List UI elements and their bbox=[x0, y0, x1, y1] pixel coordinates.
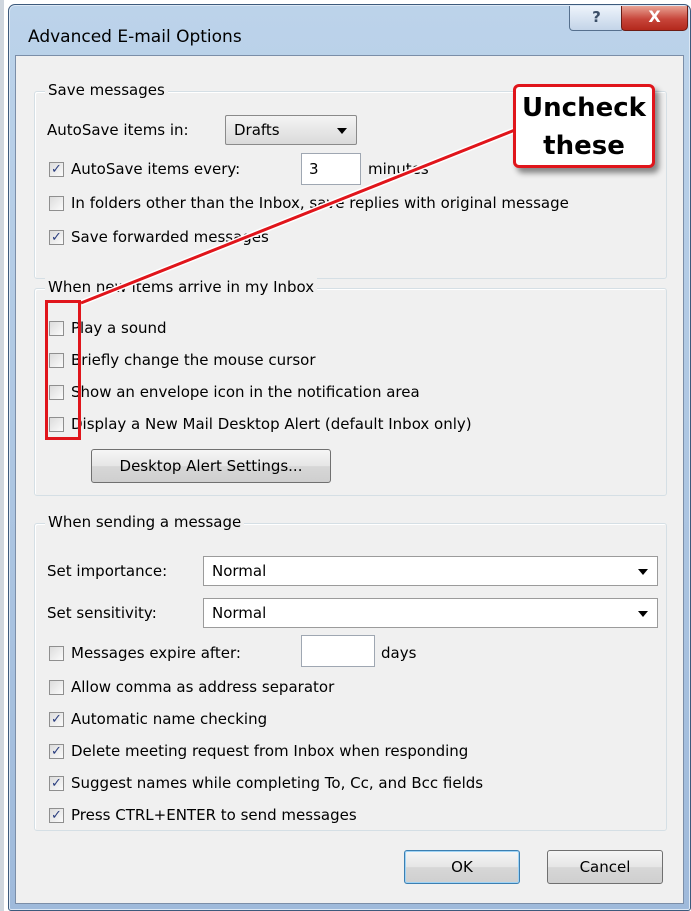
expire-label: Messages expire after: bbox=[71, 644, 241, 662]
autosave-every-checkbox[interactable]: ✓ bbox=[49, 162, 64, 177]
annotation-callout: Uncheck these bbox=[513, 84, 655, 168]
autosave-every-label: AutoSave items every: bbox=[71, 160, 241, 178]
autosave-minutes-unit: minutes bbox=[368, 160, 429, 178]
sensitivity-value: Normal bbox=[212, 604, 267, 622]
save-forwarded-checkbox[interactable]: ✓ bbox=[49, 230, 64, 245]
play-sound-label: Play a sound bbox=[71, 319, 167, 337]
envelope-icon-label: Show an envelope icon in the notificatio… bbox=[71, 383, 420, 401]
comma-separator-checkbox[interactable] bbox=[49, 680, 64, 695]
autosave-folder-dropdown[interactable]: Drafts bbox=[225, 115, 357, 145]
cancel-button[interactable]: Cancel bbox=[547, 850, 663, 884]
suggest-names-label: Suggest names while completing To, Cc, a… bbox=[71, 774, 484, 792]
annotation-highlight-box bbox=[45, 300, 81, 440]
new-items-group: When new items arrive in my Inbox Play a… bbox=[34, 278, 667, 496]
chevron-down-icon bbox=[638, 569, 648, 575]
desktop-alert-label: Display a New Mail Desktop Alert (defaul… bbox=[71, 415, 472, 433]
delete-meeting-checkbox[interactable]: ✓ bbox=[49, 744, 64, 759]
save-forwarded-label: Save forwarded messages bbox=[71, 228, 269, 246]
expire-days-input[interactable] bbox=[301, 635, 375, 667]
new-items-title: When new items arrive in my Inbox bbox=[45, 278, 318, 296]
annotation-line-2: these bbox=[543, 131, 625, 161]
save-replies-label: In folders other than the Inbox, save re… bbox=[71, 194, 569, 212]
title-bar[interactable]: Advanced E-mail Options ? X bbox=[9, 5, 690, 55]
expire-checkbox[interactable] bbox=[49, 646, 64, 661]
sensitivity-label: Set sensitivity: bbox=[47, 604, 157, 622]
autosave-minutes-input[interactable]: 3 bbox=[301, 153, 361, 185]
dialog-title: Advanced E-mail Options bbox=[28, 27, 242, 47]
save-replies-checkbox[interactable] bbox=[49, 196, 64, 211]
dialog-body: Save messages AutoSave items in: Drafts … bbox=[15, 55, 684, 904]
desktop-alert-settings-button[interactable]: Desktop Alert Settings... bbox=[91, 449, 331, 483]
chevron-down-icon bbox=[638, 611, 648, 617]
change-cursor-label: Briefly change the mouse cursor bbox=[71, 351, 316, 369]
sending-title: When sending a message bbox=[45, 513, 245, 531]
background-window-edge bbox=[0, 0, 4, 911]
chevron-down-icon bbox=[337, 128, 347, 134]
name-checking-checkbox[interactable]: ✓ bbox=[49, 712, 64, 727]
close-icon: X bbox=[648, 7, 661, 26]
sensitivity-dropdown[interactable]: Normal bbox=[203, 598, 658, 628]
autosave-minutes-value: 3 bbox=[309, 160, 319, 178]
save-messages-title: Save messages bbox=[45, 81, 168, 99]
annotation-line-1: Uncheck bbox=[522, 93, 646, 123]
sending-group: When sending a message Set importance: N… bbox=[34, 513, 667, 831]
expire-days-unit: days bbox=[381, 644, 417, 662]
ctrl-enter-checkbox[interactable]: ✓ bbox=[49, 808, 64, 823]
name-checking-label: Automatic name checking bbox=[71, 710, 268, 728]
importance-label: Set importance: bbox=[47, 562, 168, 580]
ok-button[interactable]: OK bbox=[404, 850, 520, 884]
suggest-names-checkbox[interactable]: ✓ bbox=[49, 776, 64, 791]
autosave-folder-value: Drafts bbox=[234, 121, 280, 139]
importance-value: Normal bbox=[212, 562, 267, 580]
comma-separator-label: Allow comma as address separator bbox=[71, 678, 335, 696]
close-button[interactable]: X bbox=[621, 6, 688, 31]
autosave-in-label: AutoSave items in: bbox=[47, 121, 189, 139]
delete-meeting-label: Delete meeting request from Inbox when r… bbox=[71, 742, 469, 760]
help-button[interactable]: ? bbox=[569, 6, 624, 31]
importance-dropdown[interactable]: Normal bbox=[203, 556, 658, 586]
ctrl-enter-label: Press CTRL+ENTER to send messages bbox=[71, 806, 357, 824]
help-icon: ? bbox=[592, 8, 601, 26]
